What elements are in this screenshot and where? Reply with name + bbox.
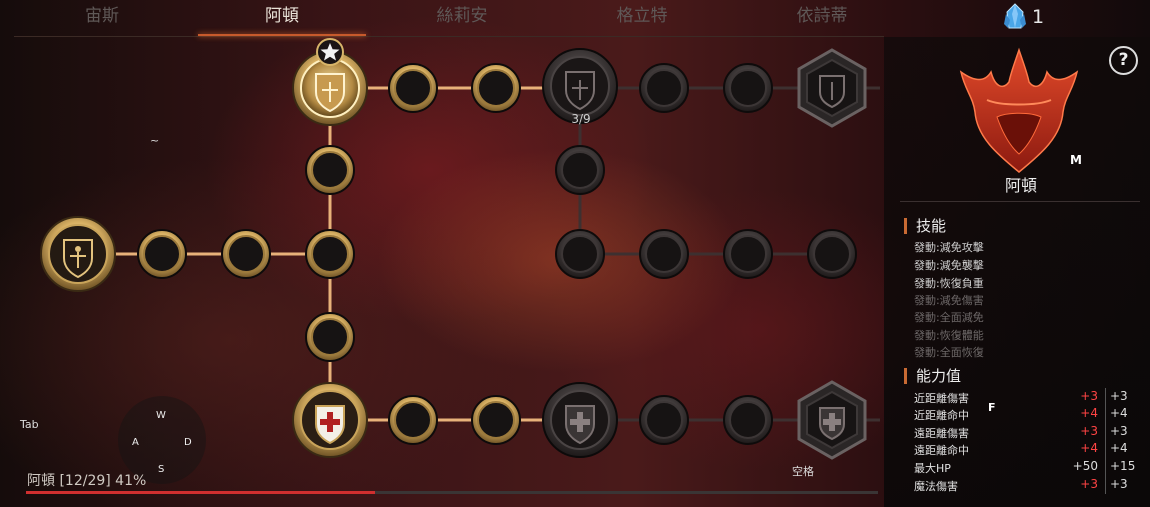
bonus-node-bottom[interactable]: [292, 382, 368, 458]
start-node[interactable]: [40, 216, 116, 292]
skill-item: 發動:減免攻擊: [914, 241, 984, 254]
skill-item-locked: 發動:恢復體能: [914, 329, 984, 342]
stat-label: 近距離命中: [914, 409, 969, 422]
skill-node-locked[interactable]: [639, 229, 689, 279]
skill-node-locked[interactable]: [639, 63, 689, 113]
stats-divider: [1105, 388, 1106, 494]
crystal-count: 1: [1032, 6, 1045, 28]
skill-node-unlocked[interactable]: [221, 229, 271, 279]
hotkey-w: W: [156, 410, 166, 421]
hotkey-s: S: [158, 464, 165, 475]
stat-total: +4: [1110, 441, 1128, 455]
hotkey-d: D: [184, 437, 192, 448]
stat-label: 近距離傷害: [914, 392, 969, 405]
stat-bonus: +4: [1080, 441, 1098, 455]
skill-node-locked[interactable]: [723, 63, 773, 113]
divider: [900, 201, 1140, 202]
winged-crest-icon: [959, 47, 1079, 173]
stat-total: +3: [1110, 424, 1128, 438]
help-button[interactable]: ?: [1109, 46, 1138, 75]
skill-item: 發動:減免襲擊: [914, 259, 984, 272]
skill-node-locked[interactable]: [807, 229, 857, 279]
skill-node-unlocked[interactable]: [388, 63, 438, 113]
star-badge-icon: [316, 38, 344, 66]
hotkey-a: A: [132, 437, 139, 448]
progress-bar: [26, 491, 878, 494]
hotkey-tab: Tab: [20, 418, 39, 431]
skill-node-unlocked[interactable]: [305, 229, 355, 279]
skill-item: 發動:恢復負重: [914, 277, 984, 290]
hex-end-node-top[interactable]: [797, 48, 867, 128]
skill-item-locked: 發動:減免傷害: [914, 294, 984, 307]
skill-node-locked[interactable]: [639, 395, 689, 445]
skill-item-locked: 發動:全面減免: [914, 311, 984, 324]
crystal-icon: [1004, 3, 1026, 29]
stat-label: 遠距離傷害: [914, 427, 969, 440]
stat-total: +4: [1110, 406, 1128, 420]
locked-node-mid-bottom[interactable]: [542, 382, 618, 458]
hex-end-node-bottom[interactable]: [797, 380, 867, 460]
stat-label: 遠距離命中: [914, 444, 969, 457]
skill-item-locked: 發動:全面恢復: [914, 346, 984, 359]
stat-label: 最大HP: [914, 462, 951, 475]
stat-bonus: +3: [1080, 389, 1098, 403]
skill-node-unlocked[interactable]: [305, 312, 355, 362]
progress-bar-fill: [26, 491, 376, 494]
skill-node-unlocked[interactable]: [305, 145, 355, 195]
hotkey-space: 空格: [792, 465, 814, 478]
stat-total: +3: [1110, 389, 1128, 403]
skill-node-locked[interactable]: [555, 229, 605, 279]
stat-bonus: +4: [1080, 406, 1098, 420]
tree-progress-label: 阿頓 [12/29] 41%: [27, 473, 147, 489]
skill-node-unlocked[interactable]: [137, 229, 187, 279]
stat-label: 魔法傷害: [914, 480, 958, 493]
stats-title: 能力值: [904, 368, 961, 384]
skill-node-locked[interactable]: [723, 395, 773, 445]
character-name: 阿頓: [1004, 176, 1037, 195]
stat-total: +3: [1110, 477, 1128, 491]
milestone-counter: 3/9: [571, 112, 590, 126]
skill-node-locked[interactable]: [723, 229, 773, 279]
stat-total: +15: [1110, 459, 1136, 473]
stat-bonus: +3: [1080, 424, 1098, 438]
skill-node-unlocked[interactable]: [471, 63, 521, 113]
hotkey-m: M: [1070, 153, 1082, 167]
skills-title: 技能: [904, 218, 946, 234]
stat-bonus: +50: [1072, 459, 1098, 473]
stat-bonus: +3: [1080, 477, 1098, 491]
skill-node-locked[interactable]: [555, 145, 605, 195]
skill-node-unlocked[interactable]: [388, 395, 438, 445]
hotkey-f: F: [988, 401, 996, 414]
skill-node-unlocked[interactable]: [471, 395, 521, 445]
hotkey-tilde: ~: [150, 134, 160, 147]
